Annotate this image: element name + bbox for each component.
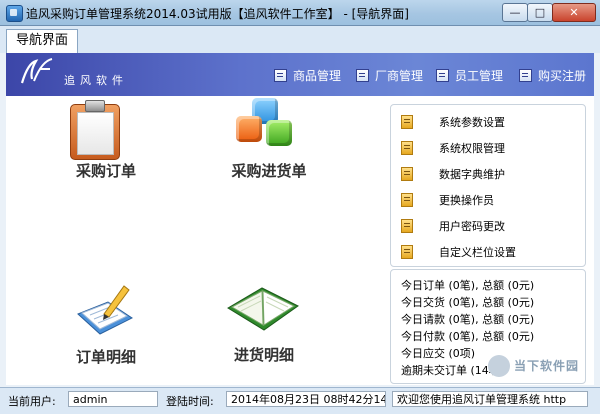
menu-custom-columns[interactable]: 自定义栏位设置 <box>401 242 516 262</box>
nav-label: 厂商管理 <box>375 68 424 83</box>
watermark-text: 当下软件园 <box>514 359 580 373</box>
menu-dictionary-maintenance[interactable]: 数据字典维护 <box>401 164 505 184</box>
login-time-label: 登陆时间: <box>166 395 214 408</box>
document-icon <box>401 245 417 259</box>
menu-label: 系统权限管理 <box>439 142 505 155</box>
welcome-message: 欢迎您使用追风订单管理系统 http <box>392 391 588 407</box>
menu-label: 用户密码更改 <box>439 220 505 233</box>
tile-label: 订单明细 <box>75 348 136 366</box>
stat-today-orders[interactable]: 今日订单 (0笔), 总额 (0元) <box>401 277 534 293</box>
status-bar: 当前用户: admin 登陆时间: 2014年08月23日 08时42分14秒 … <box>0 387 600 414</box>
list-icon <box>436 68 449 82</box>
menu-permission-management[interactable]: 系统权限管理 <box>401 138 505 158</box>
current-user-label: 当前用户: <box>8 395 56 408</box>
logo-text: 追风软件 <box>64 74 128 87</box>
maximize-button[interactable]: □ <box>527 3 553 22</box>
nav-purchase-register[interactable]: 购买注册 <box>519 66 586 84</box>
nav-goods-management[interactable]: 商品管理 <box>274 66 341 84</box>
nav-vendor-management[interactable]: 厂商管理 <box>356 66 423 84</box>
watermark: 当下软件园 <box>488 352 592 382</box>
header-banner: 追风软件 商品管理 厂商管理 员工管理 购买注册 <box>6 53 594 96</box>
stat-today-due[interactable]: 今日应交 (0项) <box>401 345 475 361</box>
system-menu-panel: 系统参数设置 系统权限管理 数据字典维护 更换操作员 用户密码更改 自定义栏位设… <box>390 104 586 267</box>
nav-label: 商品管理 <box>293 68 342 83</box>
tile-purchase-order[interactable]: 采购订单 <box>58 100 154 184</box>
minimize-button[interactable]: — <box>502 3 528 22</box>
title-bar: 追风采购订单管理系统2014.03试用版【追风软件工作室】 - [导航界面] —… <box>0 0 600 26</box>
tab-navigation[interactable]: 导航界面 <box>6 29 78 54</box>
menu-system-settings[interactable]: 系统参数设置 <box>401 112 505 132</box>
menu-label: 数据字典维护 <box>439 168 505 181</box>
menu-label: 系统参数设置 <box>439 116 505 129</box>
tab-strip: 导航界面 <box>0 26 600 54</box>
app-icon <box>6 5 23 22</box>
tile-label: 采购进货单 <box>231 162 307 180</box>
watermark-logo-icon <box>488 355 510 377</box>
document-icon <box>401 115 417 129</box>
document-icon <box>401 193 417 207</box>
document-icon <box>401 167 417 181</box>
stat-today-requests[interactable]: 今日请款 (0笔), 总额 (0元) <box>401 311 534 327</box>
document-icon <box>401 219 417 233</box>
menu-label: 更换操作员 <box>439 194 494 207</box>
current-user-value: admin <box>68 391 158 407</box>
login-time-value: 2014年08月23日 08时42分14秒 <box>226 391 386 407</box>
tile-purchase-receipt[interactable]: 采购进货单 <box>214 96 324 184</box>
nav-staff-management[interactable]: 员工管理 <box>436 66 503 84</box>
menu-label: 自定义栏位设置 <box>439 246 516 259</box>
window-title: 追风采购订单管理系统2014.03试用版【追风软件工作室】 - [导航界面] <box>26 7 409 21</box>
navigation-panel: 采购订单 采购进货单 订单明细 进货明细 系统参数设置 系统权限管理 数据字典维… <box>6 96 594 385</box>
list-icon <box>274 68 287 82</box>
tile-receipt-details[interactable]: 进货明细 <box>216 280 312 368</box>
notepad-pen-icon <box>77 285 133 335</box>
document-icon <box>401 141 417 155</box>
close-button[interactable]: ✕ <box>552 3 596 22</box>
tile-label: 采购订单 <box>75 162 136 180</box>
menu-switch-operator[interactable]: 更换操作员 <box>401 190 494 210</box>
menu-change-password[interactable]: 用户密码更改 <box>401 216 505 236</box>
tile-order-details[interactable]: 订单明细 <box>58 284 154 370</box>
nav-label: 员工管理 <box>455 68 504 83</box>
nav-label: 购买注册 <box>538 68 587 83</box>
open-book-icon <box>227 287 299 331</box>
list-icon <box>356 68 369 82</box>
tile-label: 进货明细 <box>233 346 294 364</box>
list-icon <box>519 68 532 82</box>
stat-today-deliveries[interactable]: 今日交货 (0笔), 总额 (0元) <box>401 294 534 310</box>
logo-icon <box>20 58 53 84</box>
stat-today-payments[interactable]: 今日付款 (0笔), 总额 (0元) <box>401 328 534 344</box>
